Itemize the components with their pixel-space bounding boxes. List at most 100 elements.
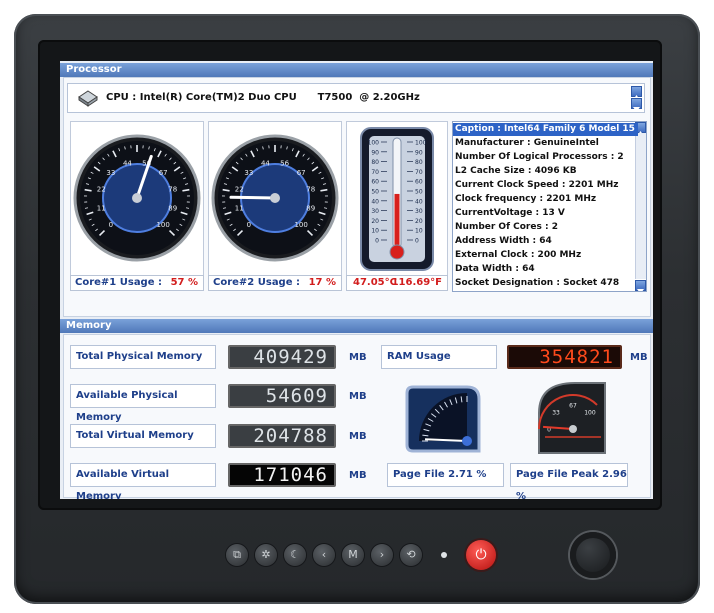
thermometer-tick-label: 90	[371, 149, 379, 156]
thermometer-tick-label-right: 80	[415, 159, 423, 166]
page-file-peak-gauge: 03367100	[538, 382, 606, 454]
input-icon[interactable]: ⧉	[226, 544, 248, 566]
temperature-celsius: 47.05°C	[353, 277, 397, 288]
memory-section-title: Memory	[60, 319, 653, 333]
cpu-scroll-down-button[interactable]	[631, 98, 642, 112]
processor-info-item[interactable]: Number Of Cores : 2	[455, 221, 558, 234]
cpu-selector[interactable]: CPU : Intel(R) Core(TM)2 Duo CPU T7500 @…	[67, 83, 645, 113]
core1-gauge-tick-label: 78	[168, 185, 177, 193]
core2-usage-gauge: 011 2233 44 56 6778 89 100	[211, 134, 339, 262]
core1-gauge-tick-label: 33	[106, 169, 115, 177]
core1-gauge-tick	[182, 188, 190, 192]
core1-gauge-panel: 0 11 22 33 44 56 67 78 89 100	[70, 121, 204, 276]
core2-gauge-tick	[320, 188, 328, 192]
total-physical-memory-display: 409429	[228, 345, 336, 369]
processor-info-item[interactable]: External Clock : 200 MHz	[455, 249, 581, 262]
control-knob[interactable]	[570, 532, 616, 578]
page-file-peak-gauge-tick-label: 100	[584, 410, 596, 417]
processor-info-item[interactable]: Socket Designation : Socket 478	[455, 277, 619, 290]
ram-usage-unit: MB	[630, 352, 648, 363]
power-button[interactable]: ⏻	[466, 540, 496, 570]
page-file-gauge	[405, 385, 481, 453]
thermometer-tick-label-right: 50	[415, 189, 423, 196]
core1-gauge-tick-label: 67	[159, 169, 168, 177]
core2-gauge-tick-label: 89	[306, 205, 315, 213]
core1-gauge-tick	[84, 188, 92, 192]
thermometer-tick-label: 60	[371, 179, 379, 186]
thermometer-tick-label-right: 0	[415, 238, 419, 245]
core1-usage-gauge: 011223344 56677889100	[73, 134, 201, 262]
right-arrow-icon[interactable]: ›	[371, 544, 393, 566]
processor-info-item[interactable]: Manufacturer : GenuineIntel	[455, 137, 599, 150]
core1-gauge-tick-label: 0	[109, 221, 113, 229]
contrast-icon[interactable]: ☾	[284, 544, 306, 566]
core2-usage-label: Core#2 Usage :	[213, 277, 300, 288]
core1-usage-label: Core#1 Usage :	[75, 277, 162, 288]
page-file-peak-gauge-tick-label: 33	[552, 410, 560, 417]
thermometer-mercury	[394, 193, 400, 248]
screen: Processor CPU : Intel(R) Core(TM)2 Duo C…	[60, 61, 653, 499]
total-physical-memory-label: Total Physical Memory	[70, 345, 216, 369]
info-scrollbar-track[interactable]	[635, 133, 646, 279]
page-file-peak-label: Page File Peak 2.96 %	[510, 463, 628, 499]
cpu-scroll-up-button[interactable]	[631, 86, 642, 100]
thermometer-tick-label: 70	[371, 169, 379, 176]
core2-gauge-tick-label: 0	[247, 221, 251, 229]
thermometer-tick-label-right: 20	[415, 218, 423, 225]
core2-usage-box: Core#2 Usage : 17 %	[208, 275, 342, 291]
thermometer-tick-label-right: 100	[415, 140, 427, 147]
cpu-name: CPU : Intel(R) Core(TM)2 Duo CPU T7500 @…	[106, 92, 420, 103]
thermometer-tick-label: 100	[368, 140, 380, 147]
menu-icon[interactable]: M	[342, 544, 364, 566]
power-led	[441, 552, 447, 558]
core2-gauge-tick-label: 56	[280, 159, 289, 167]
core2-gauge-tick-label: 100	[294, 221, 307, 229]
arrow-down-icon	[637, 289, 644, 291]
auto-icon[interactable]: ⟲	[400, 544, 422, 566]
left-arrow-icon[interactable]: ‹	[313, 544, 335, 566]
processor-info-item[interactable]: L2 Cache Size : 4096 KB	[455, 165, 577, 178]
processor-info-item[interactable]: Current Clock Speed : 2201 MHz	[455, 179, 619, 192]
core2-gauge-tick-label: 33	[244, 169, 253, 177]
processor-info-item[interactable]: CurrentVoltage : 13 V	[455, 207, 565, 220]
power-icon: ⏻	[475, 547, 487, 563]
processor-section-title: Processor	[60, 63, 653, 77]
total-virtual-memory-unit: MB	[349, 431, 367, 442]
core1-gauge-hub	[132, 193, 142, 203]
core2-usage-value: 17 %	[308, 277, 336, 288]
available-physical-memory-label: Available Physical Memory	[70, 384, 216, 423]
total-physical-memory-unit: MB	[349, 352, 367, 363]
temperature-box: 47.05°C 116.69°F	[346, 275, 448, 291]
arrow-down-icon	[633, 107, 640, 112]
available-physical-memory-display: 54609	[228, 384, 336, 408]
core2-gauge-hub	[270, 193, 280, 203]
processor-info-item[interactable]: Clock frequency : 2201 MHz	[455, 193, 596, 206]
core1-gauge-tick-label: 100	[156, 221, 169, 229]
core1-usage-box: Core#1 Usage : 57 %	[70, 275, 204, 291]
processor-info-item[interactable]: Data Width : 64	[455, 263, 535, 276]
processor-info-item[interactable]: Address Width : 64	[455, 235, 552, 248]
thermometer-tick-label: 80	[371, 159, 379, 166]
brightness-icon[interactable]: ✲	[255, 544, 277, 566]
thermometer-tick-label-right: 90	[415, 149, 423, 156]
temperature-panel: 100 100 90 90 80 80 70 70 60 60 50 50 40 40 30 30 20 20 10…	[346, 121, 448, 276]
total-virtual-memory-display: 204788	[228, 424, 336, 448]
total-virtual-memory-label: Total Virtual Memory	[70, 424, 216, 448]
info-scroll-down-button[interactable]	[635, 280, 646, 291]
core2-gauge-tick	[222, 188, 230, 192]
core2-gauge-needle	[229, 195, 277, 200]
thermometer-tick-label: 50	[371, 189, 379, 196]
page-file-peak-gauge-frame	[538, 382, 606, 454]
core1-gauge-tick-label: 44	[123, 159, 132, 167]
thermometer-tick-label-right: 60	[415, 179, 423, 186]
thermometer-bulb	[389, 244, 405, 260]
available-virtual-memory-label: Available Virtual Memory	[70, 463, 216, 499]
available-virtual-memory-display: 171046	[228, 463, 336, 487]
available-virtual-memory-unit: MB	[349, 470, 367, 481]
thermometer-tick-label-right: 10	[415, 228, 423, 235]
processor-info-item[interactable]: Caption : Intel64 Family 6 Model 15	[453, 123, 638, 136]
thermometer-tick-label-right: 40	[415, 198, 423, 205]
processor-info-list[interactable]: Caption : Intel64 Family 6 Model 15 Manuf…	[452, 121, 647, 292]
thermometer-tick-label: 40	[371, 198, 379, 205]
processor-info-item[interactable]: Number Of Logical Processors : 2	[455, 151, 624, 164]
